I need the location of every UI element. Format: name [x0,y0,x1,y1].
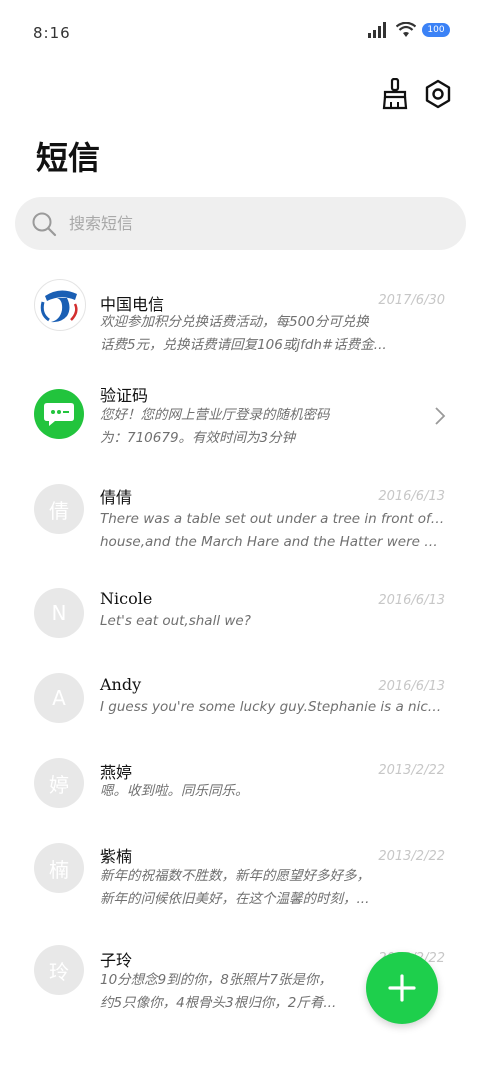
search-bar[interactable] [15,197,466,250]
message-preview-line: 嗯。收到啦。同乐同乐。 [100,783,249,799]
new-message-button[interactable] [366,952,438,1024]
thread-item[interactable]: 中国电信 2017/6/30 欢迎参加积分兑换话费活动，每500分可兑换 话费5… [0,275,480,365]
clean-button[interactable] [378,77,412,111]
message-preview-line: There was a table set out under a tree i… [100,511,445,527]
message-preview: 欢迎参加积分兑换话费活动，每500分可兑换 话费5元，兑换话费请回复106或jf… [100,311,445,357]
wifi-icon [396,22,416,37]
signal-icon [368,22,386,38]
settings-button[interactable] [421,77,455,111]
status-icons: 100 [368,22,450,38]
thread-item[interactable]: N Nicole 2016/6/13 Let's eat out,shall w… [0,585,480,675]
message-preview: I guess you're some lucky guy.Stephanie … [100,696,445,719]
message-preview: There was a table set out under a tree i… [100,508,445,554]
thread-date: 2013/2/22 [378,849,445,864]
thread-date: 2017/6/30 [378,293,445,308]
avatar: A [34,673,84,723]
thread-date: 2013/2/22 [378,763,445,778]
contact-name: 子玲 [100,951,133,970]
thread-date: 2016/6/13 [378,593,445,608]
message-preview: 您好！您的网上营业厅登录的随机密码 为：710679。有效时间为3分钟 [100,404,400,450]
message-bubble-icon [34,389,84,439]
message-preview-line: 您好！您的网上营业厅登录的随机密码 [100,407,330,423]
message-preview-line: 约5只像你，4根骨头3根归你，2斤肴... [100,995,337,1011]
avatar: 玲 [34,945,84,995]
thread-item[interactable]: 楠 紫楠 2013/2/22 新年的祝福数不胜数，新年的愿望好多好多， 新年的问… [0,843,480,933]
message-preview-line: 新年的祝福数不胜数，新年的愿望好多好多， [100,868,370,884]
battery-icon: 100 [422,23,450,37]
settings-hexagon-icon [425,79,451,109]
contact-name: Nicole [100,589,153,608]
message-preview-line: house,and the March Hare and the Hatter … [100,534,445,550]
thread-item[interactable]: 倩 倩倩 2016/6/13 There was a table set out… [0,480,480,570]
message-preview-line: 话费5元，兑换话费请回复106或jfdh#话费金... [100,337,387,353]
avatar: N [34,588,84,638]
message-preview: 嗯。收到啦。同乐同乐。 [100,780,445,803]
broom-icon [382,78,408,110]
message-preview: 新年的祝福数不胜数，新年的愿望好多好多， 新年的问候依旧美好，在这个温馨的时刻，… [100,865,445,911]
message-preview: 10分想念9到的你，8张照片7张是你， 约5只像你，4根骨头3根归你，2斤肴..… [100,969,390,1015]
thread-item[interactable]: 婷 燕婷 2013/2/22 嗯。收到啦。同乐同乐。 [0,755,480,845]
page-title: 短信 [36,139,101,177]
message-preview-line: 10分想念9到的你，8张照片7张是你， [100,972,332,988]
contact-name: 倩倩 [100,488,133,507]
search-icon [32,212,57,236]
contact-name: 紫楠 [100,847,133,866]
status-bar: 8:16 100 [0,0,480,64]
contact-name: 验证码 [100,386,149,405]
avatar: 婷 [34,758,84,808]
thread-date: 2016/6/13 [378,679,445,694]
avatar: 楠 [34,843,84,893]
message-preview-line: I guess you're some lucky guy.Stephanie … [100,699,445,715]
status-time: 8:16 [33,24,71,42]
thread-date: 2016/6/13 [378,489,445,504]
message-preview-line: 新年的问候依旧美好，在这个温馨的时刻，... [100,891,370,907]
thread-item[interactable]: 验证码 您好！您的网上营业厅登录的随机密码 为：710679。有效时间为3分钟 [0,378,480,468]
message-preview-line: 为：710679。有效时间为3分钟 [100,430,296,446]
plus-icon [388,974,416,1002]
search-input[interactable] [67,213,431,234]
avatar: 倩 [34,484,84,534]
thread-item[interactable]: A Andy 2016/6/13 I guess you're some luc… [0,671,480,761]
message-preview-line: 欢迎参加积分兑换话费活动，每500分可兑换 [100,314,369,330]
telecom-logo-icon [34,279,86,331]
message-preview: Let's eat out,shall we? [100,610,445,633]
contact-name: Andy [100,675,142,694]
message-preview-line: Let's eat out,shall we? [100,613,251,629]
chevron-right-icon [435,407,446,425]
